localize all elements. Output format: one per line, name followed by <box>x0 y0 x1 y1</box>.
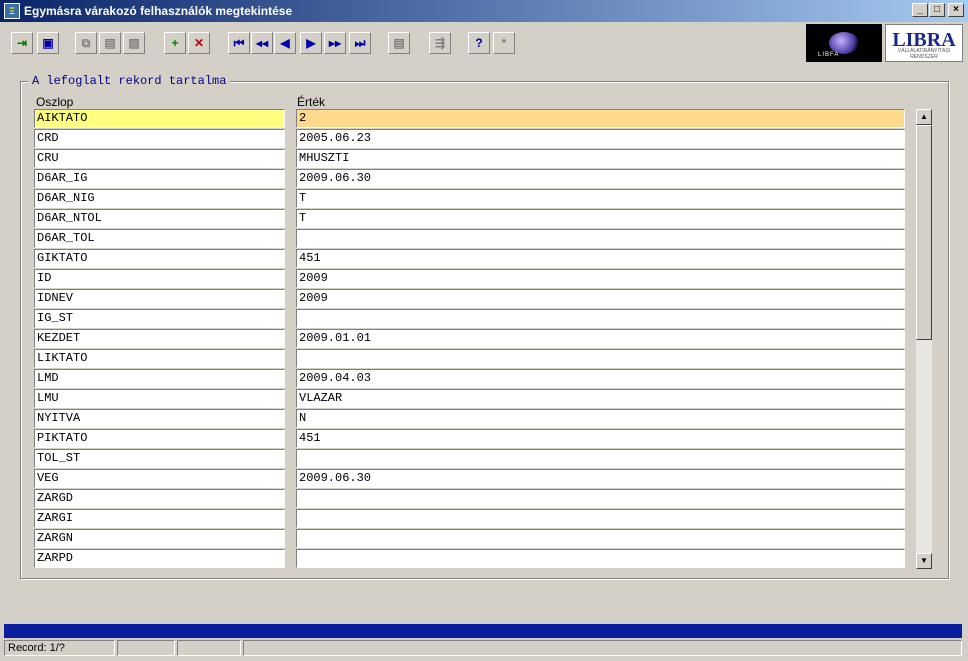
column-name-cell[interactable]: D6AR_IG <box>34 169 285 188</box>
column-name-cell[interactable]: ID <box>34 269 285 288</box>
column-value-cell[interactable]: MHUSZTI <box>296 149 905 168</box>
minimize-button[interactable]: _ <box>912 3 928 17</box>
column-value-cell[interactable] <box>296 309 905 328</box>
column-value-cell[interactable]: 451 <box>296 249 905 268</box>
column-value-cell[interactable]: 2009 <box>296 289 905 308</box>
column-name-cell[interactable]: NYITVA <box>34 409 285 428</box>
delete-copy-icon[interactable]: ▨ <box>123 32 145 54</box>
status-panel-3 <box>177 640 241 656</box>
column-name-cell[interactable]: D6AR_NIG <box>34 189 285 208</box>
search-icon[interactable]: ⇶ <box>429 32 451 54</box>
column-value-cell[interactable] <box>296 489 905 508</box>
column-name-cell[interactable]: D6AR_TOL <box>34 229 285 248</box>
status-panel-2 <box>117 640 175 656</box>
maximize-button[interactable]: □ <box>929 3 945 17</box>
column-name-cell[interactable]: ZARGI <box>34 509 285 528</box>
copy-icon[interactable]: ⧉ <box>75 32 97 54</box>
next-page-icon[interactable]: ▶▶ <box>324 32 346 54</box>
next-record-icon[interactable]: ▶ <box>300 32 322 54</box>
group-legend: A lefoglalt rekord tartalma <box>28 74 231 88</box>
column-value-cell[interactable]: 2009.04.03 <box>296 369 905 388</box>
status-bar: Record: 1/? <box>0 639 968 657</box>
vertical-scrollbar[interactable]: ▲ ▼ <box>916 109 932 569</box>
save-icon[interactable]: ▣ <box>37 32 59 54</box>
previous-record-icon[interactable]: ◀ <box>274 32 296 54</box>
progress-bar <box>4 624 962 638</box>
column-header-value: Érték <box>297 95 326 109</box>
column-value-cell[interactable] <box>296 549 905 568</box>
column-value-cell[interactable] <box>296 229 905 248</box>
column-name-cell[interactable]: VEG <box>34 469 285 488</box>
libfa-logo-text: LIBFA <box>818 52 840 58</box>
column-value-cell[interactable]: 2009 <box>296 269 905 288</box>
column-value-cell[interactable]: 2009.06.30 <box>296 169 905 188</box>
column-name-cell[interactable]: CRD <box>34 129 285 148</box>
column-name-cell[interactable]: LMD <box>34 369 285 388</box>
star-graphic <box>829 32 859 54</box>
context-help-icon[interactable]: * <box>493 32 515 54</box>
first-record-icon[interactable]: ⏮ <box>228 32 250 54</box>
scroll-up-icon[interactable]: ▲ <box>916 109 932 125</box>
close-button[interactable]: × <box>948 3 964 17</box>
title-bar: Ξ Egymásra várakozó felhasználók megteki… <box>0 0 968 22</box>
libra-logo-subtitle: VÁLLALATIRÁNYÍTÁSI RENDSZER <box>897 48 951 60</box>
column-value-cell[interactable] <box>296 529 905 548</box>
libra-logo: LIBRA VÁLLALATIRÁNYÍTÁSI RENDSZER <box>885 24 963 62</box>
scroll-down-icon[interactable]: ▼ <box>916 553 932 569</box>
add-record-icon[interactable]: + <box>164 32 186 54</box>
column-value-cell[interactable]: 2009.06.30 <box>296 469 905 488</box>
window-title: Egymásra várakozó felhasználók megtekint… <box>24 4 293 18</box>
column-name-cell[interactable]: ZARGN <box>34 529 285 548</box>
previous-page-icon[interactable]: ◀◀ <box>251 32 273 54</box>
exit-icon[interactable]: ⇥ <box>11 32 33 54</box>
window-controls: _ □ × <box>911 3 964 17</box>
help-icon[interactable]: ? <box>468 32 490 54</box>
column-value-cell[interactable]: 451 <box>296 429 905 448</box>
scroll-thumb[interactable] <box>916 125 932 340</box>
column-name-cell[interactable]: CRU <box>34 149 285 168</box>
column-name-cell[interactable]: KEZDET <box>34 329 285 348</box>
libfa-logo: LIBFA <box>806 24 882 62</box>
delete-record-icon[interactable]: ✕ <box>188 32 210 54</box>
column-value-cell[interactable] <box>296 449 905 468</box>
column-name-cell[interactable]: IDNEV <box>34 289 285 308</box>
column-header-name: Oszlop <box>36 95 74 109</box>
paste-icon[interactable]: ▤ <box>99 32 121 54</box>
column-name-cell[interactable]: TOL_ST <box>34 449 285 468</box>
column-value-cell[interactable]: 2009.01.01 <box>296 329 905 348</box>
column-value-cell[interactable]: 2 <box>296 109 905 128</box>
column-value-cell[interactable] <box>296 509 905 528</box>
column-name-cell[interactable]: PIKTATO <box>34 429 285 448</box>
column-name-cell[interactable]: AIKTATO <box>34 109 285 128</box>
status-panel-4 <box>243 640 962 656</box>
column-value-cell[interactable]: N <box>296 409 905 428</box>
column-name-cell[interactable]: D6AR_NTOL <box>34 209 285 228</box>
column-value-cell[interactable]: T <box>296 209 905 228</box>
status-record: Record: 1/? <box>4 640 115 656</box>
column-value-cell[interactable]: 2005.06.23 <box>296 129 905 148</box>
column-name-cell[interactable]: IG_ST <box>34 309 285 328</box>
last-record-icon[interactable]: ⏭ <box>349 32 371 54</box>
column-name-cell[interactable]: ZARGD <box>34 489 285 508</box>
column-value-cell[interactable] <box>296 349 905 368</box>
print-icon[interactable]: ▤ <box>388 32 410 54</box>
column-name-cell[interactable]: LMU <box>34 389 285 408</box>
column-value-cell[interactable]: VLAZAR <box>296 389 905 408</box>
column-name-cell[interactable]: ZARPD <box>34 549 285 568</box>
app-icon[interactable]: Ξ <box>4 3 20 19</box>
column-name-cell[interactable]: LIKTATO <box>34 349 285 368</box>
column-name-cell[interactable]: GIKTATO <box>34 249 285 268</box>
column-value-cell[interactable]: T <box>296 189 905 208</box>
